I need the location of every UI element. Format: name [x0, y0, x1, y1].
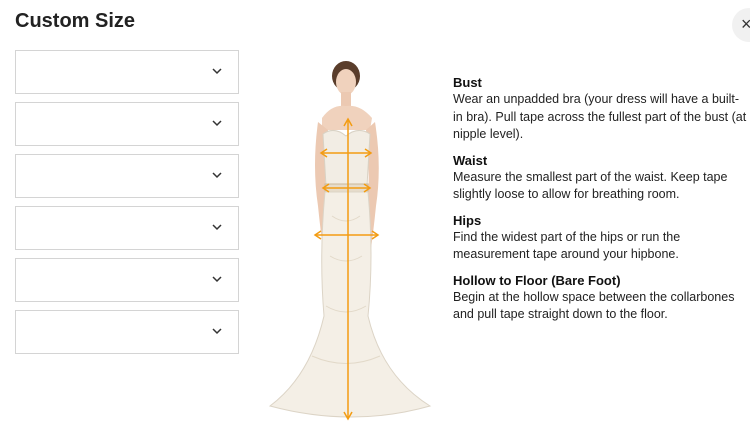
dialog-title: Custom Size: [15, 10, 136, 32]
guide-heading: Waist: [453, 152, 488, 168]
size-select-3[interactable]: [15, 154, 239, 198]
chevron-down-icon: [212, 276, 222, 283]
guide-text: Wear an unpadded bra (your dress will ha…: [453, 92, 747, 141]
guide-section-hips: Hips Find the widest part of the hips or…: [453, 212, 748, 264]
size-select-6[interactable]: [15, 310, 239, 354]
guide-heading: Hips: [453, 212, 482, 228]
guide-text: Find the widest part of the hips or run …: [453, 229, 681, 262]
guide-section-hollow-to-floor: Hollow to Floor (Bare Foot) Begin at the…: [453, 272, 748, 324]
guide-heading: Bust: [453, 75, 482, 90]
size-select-4[interactable]: [15, 206, 239, 250]
guide-heading: Hollow to Floor (Bare Foot): [453, 272, 621, 288]
chevron-down-icon: [212, 120, 222, 127]
chevron-down-icon: [212, 328, 222, 335]
guide-section-bust: Bust Wear an unpadded bra (your dress wi…: [453, 74, 748, 144]
chevron-down-icon: [212, 224, 222, 231]
measurement-guide-image: [268, 61, 432, 421]
guide-section-waist: Waist Measure the smallest part of the w…: [453, 152, 748, 204]
guide-text: Begin at the hollow space between the co…: [453, 289, 735, 322]
close-button[interactable]: ×: [732, 8, 750, 42]
measurement-guide-text: Bust Wear an unpadded bra (your dress wi…: [453, 74, 748, 332]
chevron-down-icon: [212, 68, 222, 75]
chevron-down-icon: [212, 172, 222, 179]
close-icon: ×: [741, 14, 750, 34]
size-select-2[interactable]: [15, 102, 239, 146]
size-select-5[interactable]: [15, 258, 239, 302]
guide-text: Measure the smallest part of the waist. …: [453, 169, 728, 202]
size-select-1[interactable]: [15, 50, 239, 94]
